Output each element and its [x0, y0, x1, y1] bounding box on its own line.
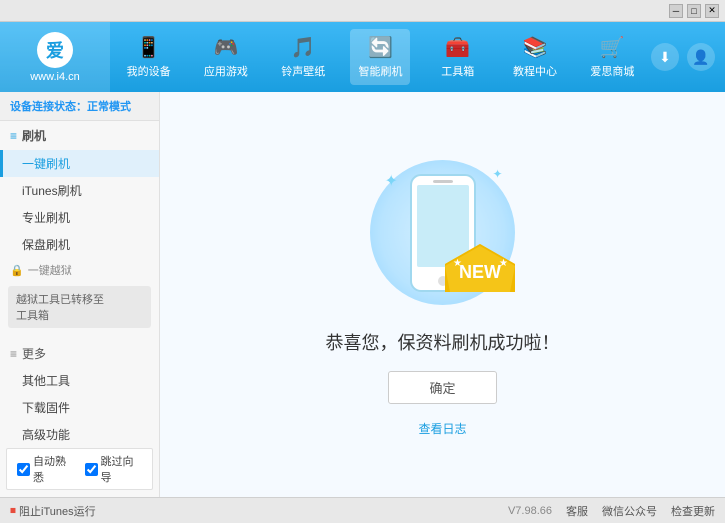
jailbreak-disabled-section: 🔒 一键越狱 [0, 258, 159, 282]
nav-item-app-game[interactable]: 🎮 应用游戏 [196, 29, 256, 85]
nav-item-store[interactable]: 🛒 爱思商城 [582, 29, 642, 85]
sidebar-item-download-firmware[interactable]: 下载固件 [0, 394, 159, 421]
status-value: 正常模式 [87, 101, 131, 113]
check-update-link[interactable]: 检查更新 [671, 503, 715, 519]
main: 设备连接状态：正常模式 ≡ 刷机 一键刷机 iTunes刷机 专业刷机 保盘刷机… [0, 92, 725, 497]
nav-label-app-game: 应用游戏 [204, 63, 248, 79]
status-bar: 设备连接状态：正常模式 [0, 92, 159, 121]
wechat-public-link[interactable]: 微信公众号 [602, 503, 657, 519]
skip-wizard-label[interactable]: 跳过向导 [85, 453, 143, 485]
skip-wizard-text: 跳过向导 [101, 453, 143, 485]
title-bar: ─ □ ✕ [0, 0, 725, 22]
nav-label-store: 爱思商城 [590, 63, 634, 79]
minimize-button[interactable]: ─ [669, 4, 683, 18]
store-icon: 🛒 [600, 35, 625, 60]
svg-text:★: ★ [453, 258, 462, 269]
auto-dismiss-checkbox[interactable] [17, 463, 30, 476]
close-button[interactable]: ✕ [705, 4, 719, 18]
section-title-flash: ≡ 刷机 [0, 121, 159, 150]
support-link[interactable]: 客服 [566, 503, 588, 519]
svg-text:NEW: NEW [459, 262, 501, 282]
stop-icon: ⏹ [10, 503, 16, 518]
header-actions: ⬇ 👤 [651, 43, 725, 71]
header: 爱 www.i4.cn 📱 我的设备 🎮 应用游戏 🎵 铃声壁纸 🔄 智能刷机 … [0, 22, 725, 92]
look-again-link[interactable]: 查看日志 [418, 420, 466, 437]
footer-left: ⏹ 阻止iTunes运行 [10, 503, 96, 519]
success-illustration: ✦ ✦ [326, 153, 560, 437]
auto-dismiss-text: 自动熟悉 [33, 453, 75, 485]
flash-section-icon: ≡ [10, 129, 17, 143]
nav-label-smart-flash: 智能刷机 [358, 63, 402, 79]
sidebar-item-one-key-flash[interactable]: 一键刷机 [0, 150, 159, 177]
bars-icon: ≡ [10, 347, 17, 361]
device-info: 📱 iPhone 12 mini 64GB Down-12mini-13,1 [0, 494, 159, 497]
nav-label-tutorial: 教程中心 [513, 63, 557, 79]
sidebar-item-other-tools[interactable]: 其他工具 [0, 367, 159, 394]
device-icon: 📱 [136, 35, 161, 60]
nav-label-my-device: 我的设备 [127, 63, 171, 79]
nav-item-smart-flash[interactable]: 🔄 智能刷机 [350, 29, 410, 85]
nav-label-toolbox: 工具箱 [441, 63, 474, 79]
nav-label-ringtone: 铃声壁纸 [281, 63, 325, 79]
sidebar-notice: 越狱工具已转移至工具箱 [8, 286, 151, 328]
skip-wizard-checkbox[interactable] [85, 463, 98, 476]
checkbox-row: 自动熟悉 跳过向导 [6, 448, 153, 490]
nav-item-ringtone[interactable]: 🎵 铃声壁纸 [273, 29, 333, 85]
ringtone-icon: 🎵 [291, 35, 316, 60]
svg-text:★: ★ [499, 258, 508, 269]
logo-icon: 爱 [37, 32, 73, 68]
nav-items: 📱 我的设备 🎮 应用游戏 🎵 铃声壁纸 🔄 智能刷机 🧰 工具箱 📚 教程中心… [110, 22, 651, 92]
flash-icon: 🔄 [368, 35, 393, 60]
confirm-button[interactable]: 确定 [388, 371, 496, 404]
phone-badge-wrapper: ✦ ✦ [363, 153, 523, 313]
flash-section-label: 刷机 [22, 127, 46, 144]
more-section-title: ≡ 更多 [0, 340, 159, 367]
sidebar-item-itunes-flash[interactable]: iTunes刷机 [0, 177, 159, 204]
version-text: V7.98.66 [508, 505, 552, 517]
sidebar-item-advanced[interactable]: 高级功能 [0, 421, 159, 448]
download-button[interactable]: ⬇ [651, 43, 679, 71]
maximize-button[interactable]: □ [687, 4, 701, 18]
sparkle-tr-icon: ✦ [492, 167, 502, 181]
sparkle-tl-icon: ✦ [385, 171, 398, 191]
sidebar-item-save-flash[interactable]: 保盘刷机 [0, 231, 159, 258]
logo-area: 爱 www.i4.cn [0, 22, 110, 92]
footer-right: V7.98.66 客服 微信公众号 检查更新 [508, 503, 715, 519]
user-button[interactable]: 👤 [687, 43, 715, 71]
content-area: ✦ ✦ [160, 92, 725, 497]
auto-dismiss-label[interactable]: 自动熟悉 [17, 453, 75, 485]
new-badge: NEW ★ ★ [445, 244, 515, 295]
nav-item-toolbox[interactable]: 🧰 工具箱 [428, 29, 488, 85]
sidebar: 设备连接状态：正常模式 ≡ 刷机 一键刷机 iTunes刷机 专业刷机 保盘刷机… [0, 92, 160, 497]
status-label: 设备连接状态： [10, 101, 87, 113]
logo-text: www.i4.cn [30, 71, 80, 83]
stop-itunes-label: 阻止iTunes运行 [19, 503, 96, 519]
stop-itunes-button[interactable]: ⏹ 阻止iTunes运行 [10, 503, 96, 519]
nav-item-my-device[interactable]: 📱 我的设备 [119, 29, 179, 85]
nav-item-tutorial[interactable]: 📚 教程中心 [505, 29, 565, 85]
toolbox-icon: 🧰 [445, 35, 470, 60]
footer: ⏹ 阻止iTunes运行 V7.98.66 客服 微信公众号 检查更新 [0, 497, 725, 523]
success-text: 恭喜您，保资料刷机成功啦！ [326, 329, 560, 355]
app-icon: 🎮 [213, 35, 238, 60]
tutorial-icon: 📚 [523, 35, 548, 60]
lock-icon: 🔒 [10, 264, 24, 277]
sidebar-item-pro-flash[interactable]: 专业刷机 [0, 204, 159, 231]
